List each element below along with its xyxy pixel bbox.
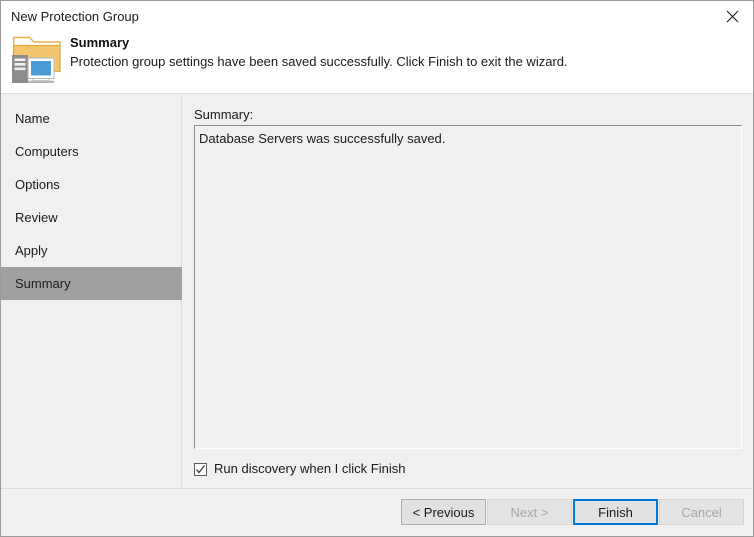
sidebar-item-summary[interactable]: Summary — [1, 267, 182, 300]
new-protection-group-wizard-window: New Protection Group — [0, 0, 754, 537]
next-button[interactable]: Next > — [487, 499, 572, 525]
page-description: Protection group settings have been save… — [70, 53, 568, 70]
summary-label: Summary: — [194, 107, 253, 123]
run-discovery-checkbox-row[interactable]: Run discovery when I click Finish — [194, 461, 405, 477]
sidebar-item-options[interactable]: Options — [1, 168, 182, 201]
window-title: New Protection Group — [11, 9, 139, 25]
sidebar-item-name[interactable]: Name — [1, 102, 182, 135]
sidebar-item-label: Review — [1, 210, 58, 226]
sidebar-item-review[interactable]: Review — [1, 201, 182, 234]
protection-group-folder-computer-icon — [11, 34, 63, 84]
sidebar-item-label: Computers — [1, 144, 79, 160]
previous-button[interactable]: < Previous — [401, 499, 486, 525]
summary-textbox-content: Database Servers was successfully saved. — [199, 130, 737, 147]
finish-button[interactable]: Finish — [573, 499, 658, 525]
summary-pane: Summary: Database Servers was successful… — [183, 94, 753, 488]
sidebar-item-label: Apply — [1, 243, 48, 259]
run-discovery-checkbox[interactable] — [194, 463, 207, 476]
wizard-step-sidebar: Name Computers Options Review Apply Summ… — [1, 94, 182, 488]
cancel-button[interactable]: Cancel — [659, 499, 744, 525]
sidebar-item-apply[interactable]: Apply — [1, 234, 182, 267]
window-title-bar: New Protection Group — [1, 1, 754, 94]
sidebar-item-computers[interactable]: Computers — [1, 135, 182, 168]
run-discovery-checkbox-label: Run discovery when I click Finish — [214, 461, 405, 477]
page-title: Summary — [70, 35, 129, 51]
dialog-button-bar: < Previous Next > Finish Cancel — [1, 488, 753, 536]
sidebar-item-label: Name — [1, 111, 50, 127]
check-icon — [195, 464, 206, 475]
sidebar-item-label: Summary — [1, 276, 71, 292]
summary-textbox[interactable]: Database Servers was successfully saved. — [194, 125, 742, 449]
close-icon[interactable] — [710, 1, 754, 31]
sidebar-item-label: Options — [1, 177, 60, 193]
